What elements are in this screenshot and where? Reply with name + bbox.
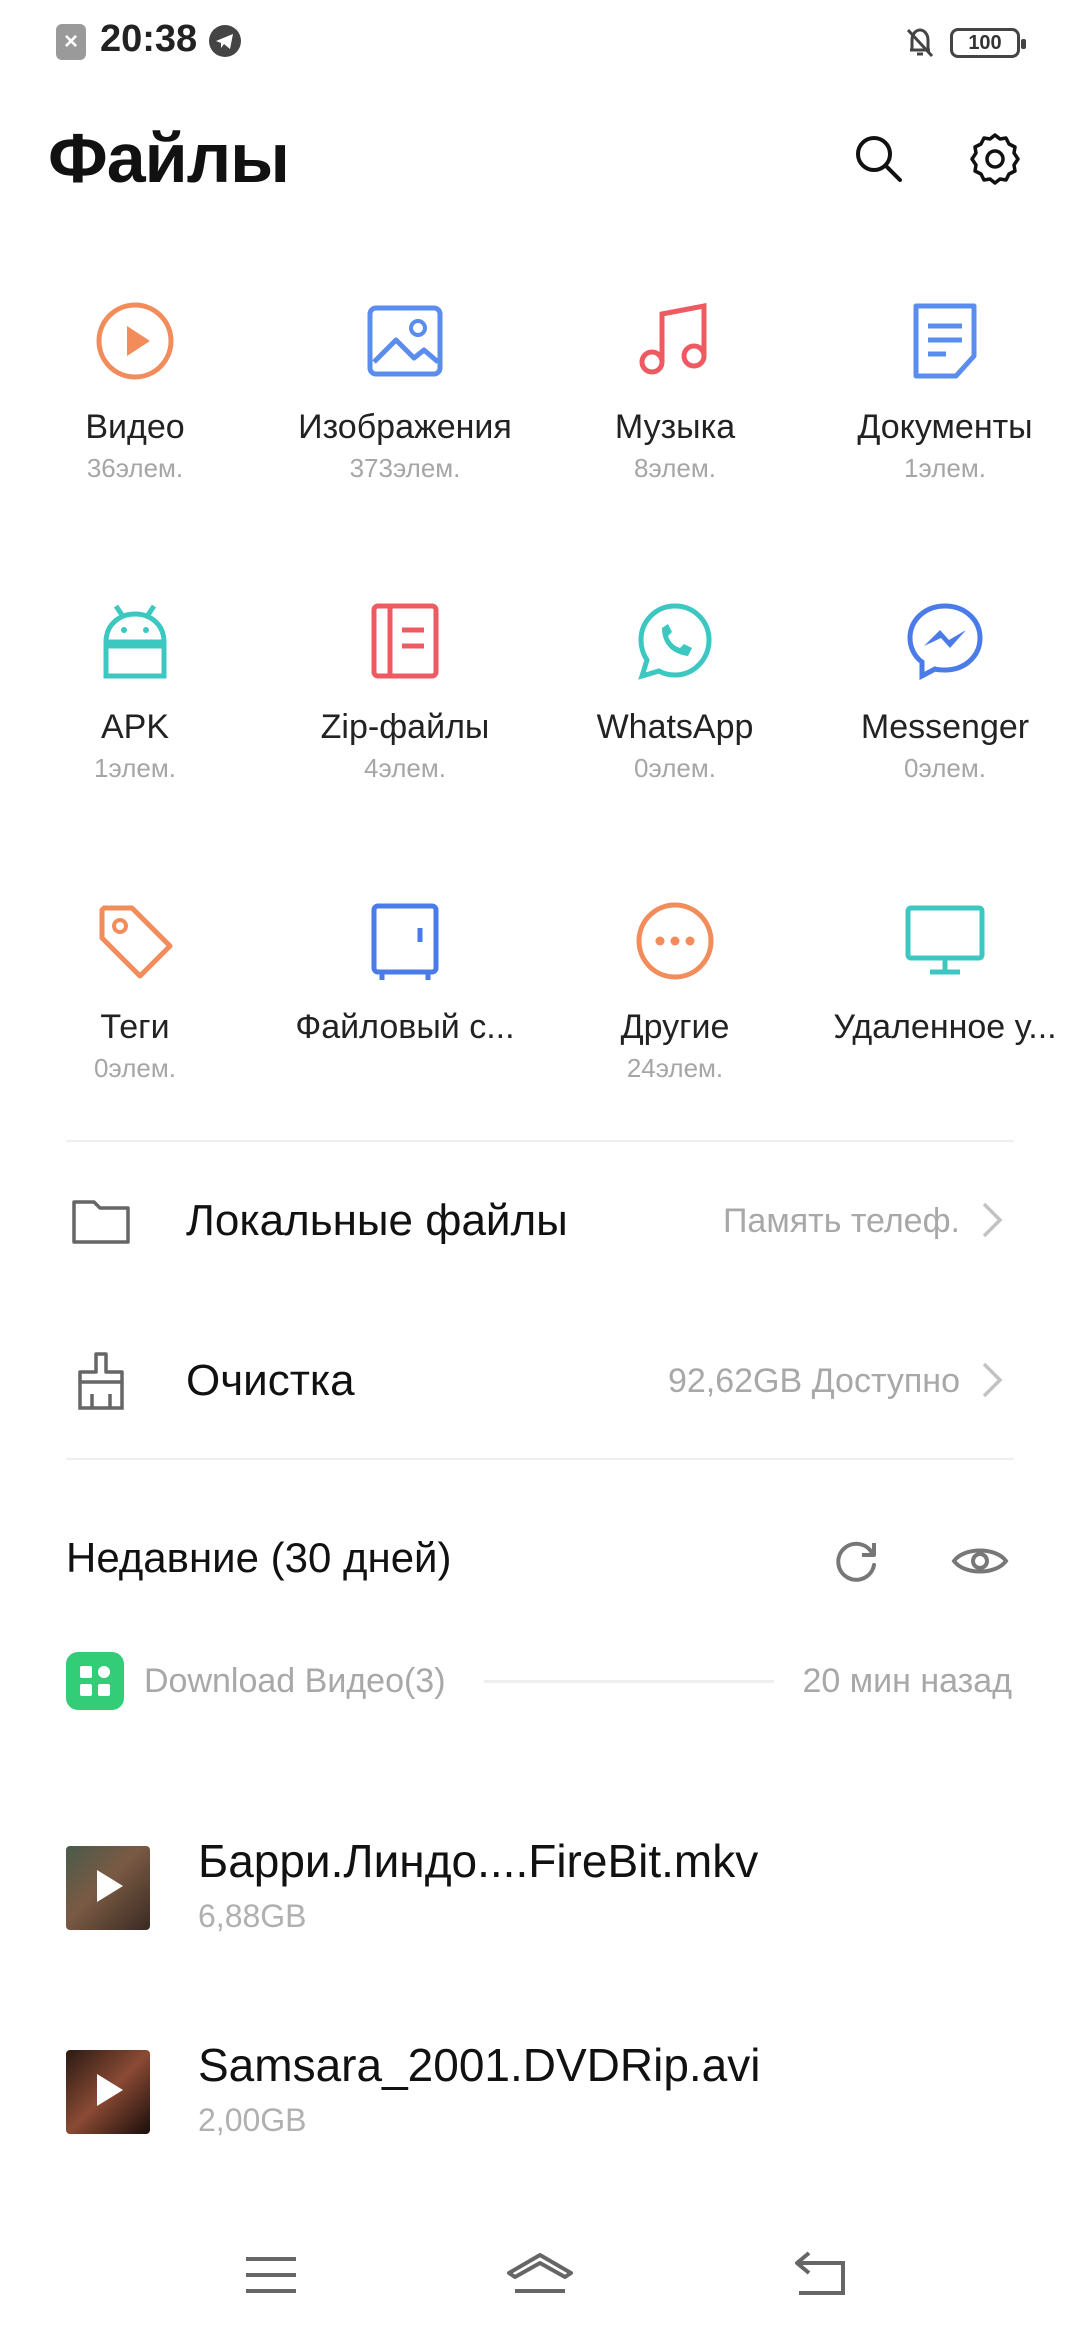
category-label: Удаленное у... [833, 1008, 1057, 1046]
category-label: Другие [620, 1008, 730, 1046]
video-thumbnail [66, 1846, 150, 1930]
chevron-right-icon [982, 1362, 1003, 1398]
refresh-icon[interactable] [830, 1535, 882, 1587]
recent-group-time: 20 мин назад [802, 1662, 1013, 1700]
category-count: 8элем. [634, 453, 716, 483]
row-subtitle: Память телеф. [722, 1202, 960, 1240]
category-count: 36элем. [86, 453, 184, 483]
notification-x-icon: × [56, 24, 86, 60]
broom-icon [78, 1352, 124, 1410]
row-title: Локальные файлы [186, 1196, 568, 1245]
category-other[interactable]: Другие 24элем. [540, 898, 810, 1084]
category-label: Видео [85, 408, 185, 446]
music-icon [639, 302, 707, 375]
category-count: 4элем. [364, 753, 446, 783]
row-title: Очистка [186, 1356, 355, 1405]
home-icon[interactable] [505, 2245, 575, 2305]
category-count: 0элем. [634, 753, 716, 783]
category-label: Messenger [860, 708, 1030, 746]
category-documents[interactable]: Документы 1элем. [810, 298, 1080, 484]
play-icon [97, 1870, 123, 1902]
android-icon [103, 604, 167, 679]
status-time: 20:38 [100, 18, 198, 60]
category-label: Документы [857, 408, 1033, 446]
category-count: 373элем. [349, 453, 461, 483]
category-count: 1элем. [94, 753, 176, 783]
image-icon [367, 305, 443, 377]
category-label: WhatsApp [596, 708, 754, 746]
category-label: Теги [100, 1008, 170, 1046]
tag-icon [99, 905, 173, 979]
battery-icon: 100 [950, 28, 1026, 58]
page-title: Файлы [48, 119, 290, 197]
more-icon [636, 902, 714, 980]
play-icon [97, 2074, 123, 2106]
category-count: 1элем. [904, 453, 986, 483]
zip-icon [371, 603, 439, 679]
chevron-right-icon [982, 1202, 1003, 1238]
category-apk[interactable]: APK 1элем. [0, 598, 270, 784]
list-item[interactable]: Барри.Линдо....FireBit.mkv 6,88GB [66, 1835, 1026, 1976]
category-label: APK [100, 708, 170, 746]
category-tags[interactable]: Теги 0элем. [0, 898, 270, 1084]
cleanup-row[interactable]: Очистка 92,62GB Доступно [0, 1318, 1080, 1448]
monitor-icon [905, 905, 985, 975]
file-name: Samsara_2001.DVDRip.avi [198, 2039, 761, 2091]
divider [484, 1680, 774, 1683]
category-label: Файловый с... [295, 1008, 515, 1046]
whatsapp-icon [638, 603, 712, 680]
document-icon [913, 303, 977, 379]
bell-off-icon [906, 28, 934, 58]
category-video[interactable]: Видео 36элем. [0, 298, 270, 484]
category-count: 0элем. [94, 1053, 176, 1083]
apps-icon [66, 1652, 124, 1710]
video-thumbnail [66, 2050, 150, 2134]
category-label: Изображения [298, 408, 512, 446]
category-remote[interactable]: Удаленное у... [810, 898, 1080, 1053]
file-size: 2,00GB [198, 2102, 307, 2138]
category-label: Zip-файлы [320, 708, 490, 746]
category-images[interactable]: Изображения 373элем. [270, 298, 540, 484]
video-icon [96, 302, 174, 380]
category-count: 0элем. [904, 753, 986, 783]
recent-group-label[interactable]: Download Видео(3) [144, 1662, 446, 1701]
divider [66, 1140, 1014, 1142]
category-whatsapp[interactable]: WhatsApp 0элем. [540, 598, 810, 784]
messenger-icon [907, 603, 983, 681]
menu-icon[interactable] [236, 2245, 306, 2305]
category-music[interactable]: Музыка 8элем. [540, 298, 810, 484]
category-label: Музыка [614, 408, 736, 446]
telegram-icon [209, 25, 241, 57]
gear-icon[interactable] [966, 130, 1024, 188]
eye-icon[interactable] [950, 1535, 1010, 1587]
divider [66, 1458, 1014, 1460]
folder-icon [72, 1200, 130, 1244]
list-item[interactable]: Samsara_2001.DVDRip.avi 2,00GB [66, 2039, 1026, 2180]
file-name: Барри.Линдо....FireBit.mkv [198, 1835, 759, 1887]
search-icon[interactable] [850, 130, 906, 186]
back-icon[interactable] [785, 2245, 855, 2305]
local-files-row[interactable]: Локальные файлы Память телеф. [0, 1160, 1080, 1290]
category-zip[interactable]: Zip-файлы 4элем. [270, 598, 540, 784]
recent-section-title: Недавние (30 дней) [66, 1534, 452, 1581]
category-file-safe[interactable]: Файловый с... [270, 898, 540, 1053]
category-messenger[interactable]: Messenger 0элем. [810, 598, 1080, 784]
category-count: 24элем. [626, 1053, 724, 1083]
safe-icon [371, 903, 439, 980]
file-size: 6,88GB [198, 1898, 307, 1934]
row-subtitle: 92,62GB Доступно [667, 1362, 960, 1400]
